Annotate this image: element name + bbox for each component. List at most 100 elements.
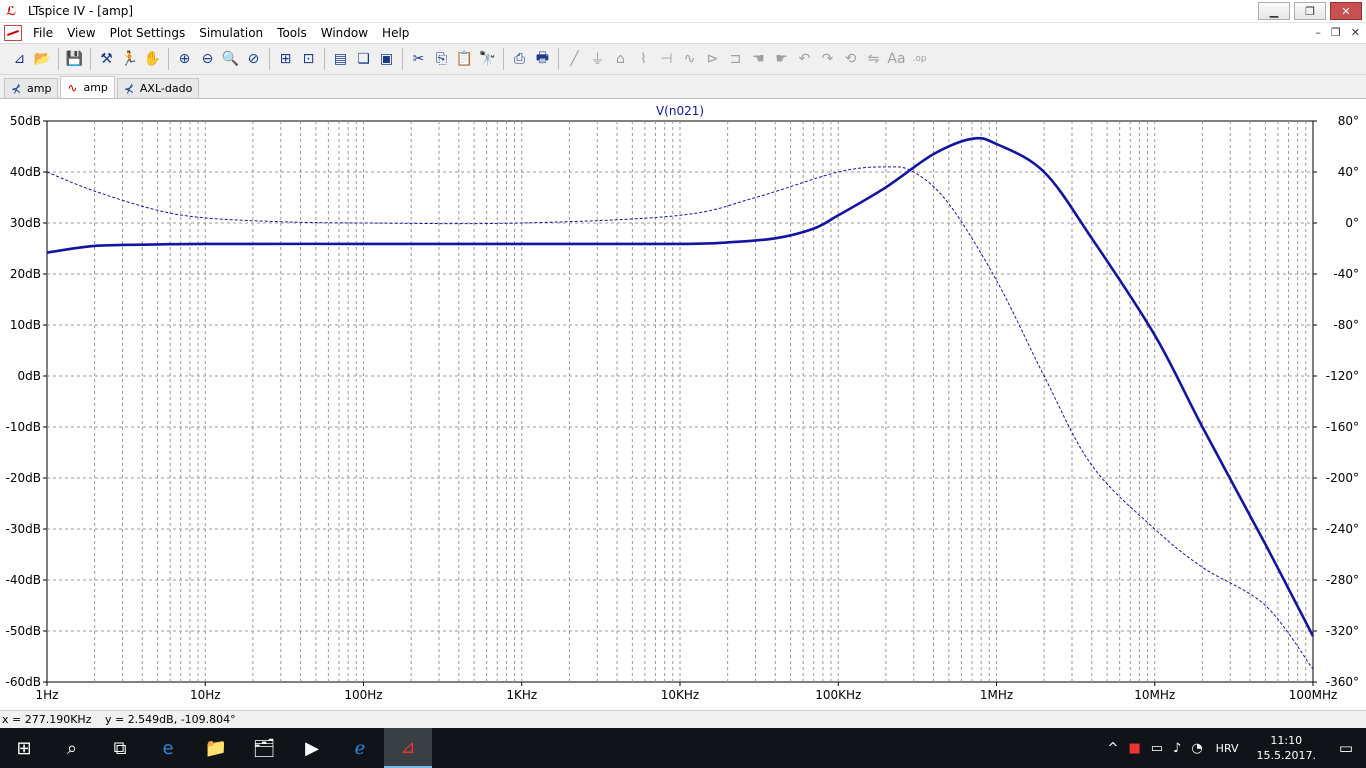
- x-tick-label: 100KHz: [815, 688, 861, 702]
- tray-chevron-icon[interactable]: ^: [1108, 741, 1119, 756]
- document-waveform-icon[interactable]: [4, 25, 22, 41]
- edge-icon[interactable]: e: [144, 728, 192, 768]
- paste-icon[interactable]: 📋: [453, 48, 476, 71]
- network-icon[interactable]: ◔: [1191, 741, 1202, 756]
- toolbar-separator: [558, 48, 559, 70]
- mdi-close-button[interactable]: ✕: [1351, 26, 1360, 39]
- save-icon[interactable]: 💾: [63, 48, 86, 71]
- restore-button[interactable]: ❐: [1294, 2, 1326, 20]
- y-right-tick-label: -80°: [1333, 318, 1359, 332]
- y-right-tick-label: 0°: [1345, 216, 1359, 230]
- y-left-tick-label: -40dB: [6, 573, 41, 587]
- photos-icon[interactable]: 🗂: [240, 728, 288, 768]
- clock-date: 15.5.2017.: [1256, 749, 1316, 762]
- toolbar-separator: [58, 48, 59, 70]
- menu-view[interactable]: View: [60, 23, 102, 43]
- clock[interactable]: 11:10 15.5.2017.: [1257, 733, 1316, 763]
- close-windows-icon[interactable]: ▣: [375, 48, 398, 71]
- file-explorer-icon[interactable]: 📁: [192, 728, 240, 768]
- menu-window[interactable]: Window: [314, 23, 375, 43]
- y-right-tick-label: -240°: [1326, 522, 1359, 536]
- print-setup-icon[interactable]: 🖶: [531, 48, 554, 71]
- media-player-icon[interactable]: ▶: [288, 728, 336, 768]
- trace-title-v-n021[interactable]: V(n021): [656, 104, 704, 118]
- notifications-icon[interactable]: ▭: [1326, 739, 1366, 757]
- wire-icon[interactable]: ╱: [563, 48, 586, 71]
- component-icon[interactable]: ⊐: [724, 48, 747, 71]
- system-tray: ^ ■ ▭ ♪ ◔ HRV 11:10 15.5.2017. ▭: [1103, 728, 1366, 768]
- mdi-restore-button[interactable]: ❐: [1331, 26, 1341, 39]
- tile-horizontal-icon[interactable]: ▤: [329, 48, 352, 71]
- schematic-icon: ⊀: [10, 81, 22, 96]
- close-button[interactable]: ✕: [1330, 2, 1362, 20]
- zoom-fit-icon[interactable]: 🔍: [219, 48, 242, 71]
- tab-axl-dado-2[interactable]: ⊀ AXL-dado: [116, 78, 200, 98]
- drag-icon[interactable]: ☛: [770, 48, 793, 71]
- y-left-tick-label: 50dB: [10, 114, 41, 128]
- move-icon[interactable]: ☚: [747, 48, 770, 71]
- toolbar-separator: [402, 48, 403, 70]
- ltspice-app-icon[interactable]: ℒ: [6, 5, 20, 17]
- mdi-minimize-button[interactable]: –: [1315, 26, 1321, 39]
- text-icon[interactable]: Aa: [885, 48, 908, 71]
- copy-icon[interactable]: ⎘: [430, 48, 453, 71]
- mirror-icon[interactable]: ⇋: [862, 48, 885, 71]
- control-panel-icon[interactable]: ⚒: [95, 48, 118, 71]
- battery-icon[interactable]: ▭: [1151, 741, 1163, 756]
- menu-help[interactable]: Help: [375, 23, 416, 43]
- y-left-tick-label: -50dB: [6, 624, 41, 638]
- tab-amp-0[interactable]: ⊀ amp: [4, 78, 59, 98]
- run-icon[interactable]: 🏃: [118, 48, 141, 71]
- zoom-in-icon[interactable]: ⊕: [173, 48, 196, 71]
- zoom-out-icon[interactable]: ⊖: [196, 48, 219, 71]
- antivirus-icon[interactable]: ■: [1128, 741, 1140, 756]
- diode-icon[interactable]: ⊳: [701, 48, 724, 71]
- task-view-icon[interactable]: ⧉: [96, 728, 144, 768]
- y-left-tick-label: 10dB: [10, 318, 41, 332]
- cursor-y-readout: y = 2.549dB, -109.804°: [104, 713, 236, 726]
- spice-directive-icon[interactable]: .op: [908, 48, 931, 71]
- y-right-tick-label: -160°: [1326, 420, 1359, 434]
- bode-plot[interactable]: 50dB 40dB 30dB 20dB 10dB 0dB -10dB -20dB -30dB -4…: [0, 99, 1366, 711]
- menu-simulation[interactable]: Simulation: [192, 23, 270, 43]
- undo-icon[interactable]: ↶: [793, 48, 816, 71]
- y-left-tick-label: -20dB: [6, 471, 41, 485]
- find-icon[interactable]: 🔭: [476, 48, 499, 71]
- x-tick-label: 1MHz: [980, 688, 1013, 702]
- label-icon[interactable]: ⌂: [609, 48, 632, 71]
- pan-icon[interactable]: ⊡: [297, 48, 320, 71]
- tab-amp-1[interactable]: ∿ amp: [60, 76, 115, 98]
- print-icon[interactable]: ⎙: [508, 48, 531, 71]
- start-icon[interactable]: ⊞: [0, 728, 48, 768]
- menu-plot-settings[interactable]: Plot Settings: [103, 23, 193, 43]
- schematic-new-icon[interactable]: ⊿: [8, 48, 31, 71]
- y-right-tick-label: -40°: [1333, 267, 1359, 281]
- x-tick-label: 100MHz: [1289, 688, 1338, 702]
- cut-icon[interactable]: ✂: [407, 48, 430, 71]
- y-right-tick-label: -200°: [1326, 471, 1359, 485]
- menu-bar: File View Plot Settings Simulation Tools…: [0, 23, 1366, 43]
- capacitor-icon[interactable]: ⊣: [655, 48, 678, 71]
- minimize-button[interactable]: ▁: [1258, 2, 1290, 20]
- open-folder-icon[interactable]: 📂: [31, 48, 54, 71]
- menu-tools[interactable]: Tools: [270, 23, 314, 43]
- clock-time: 11:10: [1270, 734, 1303, 747]
- cascade-icon[interactable]: ❏: [352, 48, 375, 71]
- redo-icon[interactable]: ↷: [816, 48, 839, 71]
- rotate-icon[interactable]: ⟲: [839, 48, 862, 71]
- waveform-plot-pane[interactable]: 50dB 40dB 30dB 20dB 10dB 0dB -10dB -20dB -30dB -4…: [0, 98, 1366, 710]
- inductor-icon[interactable]: ∿: [678, 48, 701, 71]
- x-tick-label: 10KHz: [661, 688, 699, 702]
- ground-icon[interactable]: ⏚: [586, 48, 609, 71]
- toolbar: ⊿ 📂 💾 ⚒ 🏃 ✋ ⊕ ⊖ 🔍 ⊘ ⊞ ⊡ ▤ ❏ ▣ ✂ ⎘ 📋 🔭 ⎙ 🖶 ╱ ⏚ ⌂ ⌇ ⊣ ∿ ⊳ ⊐ ☚ ☛ ↶ ↷ ⟲ ⇋ Aa .op: [0, 43, 1366, 75]
- input-language[interactable]: HRV: [1216, 742, 1239, 755]
- zoom-cancel-icon[interactable]: ⊘: [242, 48, 265, 71]
- resistor-icon[interactable]: ⌇: [632, 48, 655, 71]
- internet-explorer-icon[interactable]: ℯ: [336, 728, 384, 768]
- autorange-icon[interactable]: ⊞: [274, 48, 297, 71]
- menu-file[interactable]: File: [26, 23, 60, 43]
- ltspice-icon[interactable]: ⊿: [384, 728, 432, 768]
- halt-icon[interactable]: ✋: [141, 48, 164, 71]
- volume-icon[interactable]: ♪: [1173, 741, 1181, 756]
- search-icon[interactable]: ⌕: [48, 728, 96, 768]
